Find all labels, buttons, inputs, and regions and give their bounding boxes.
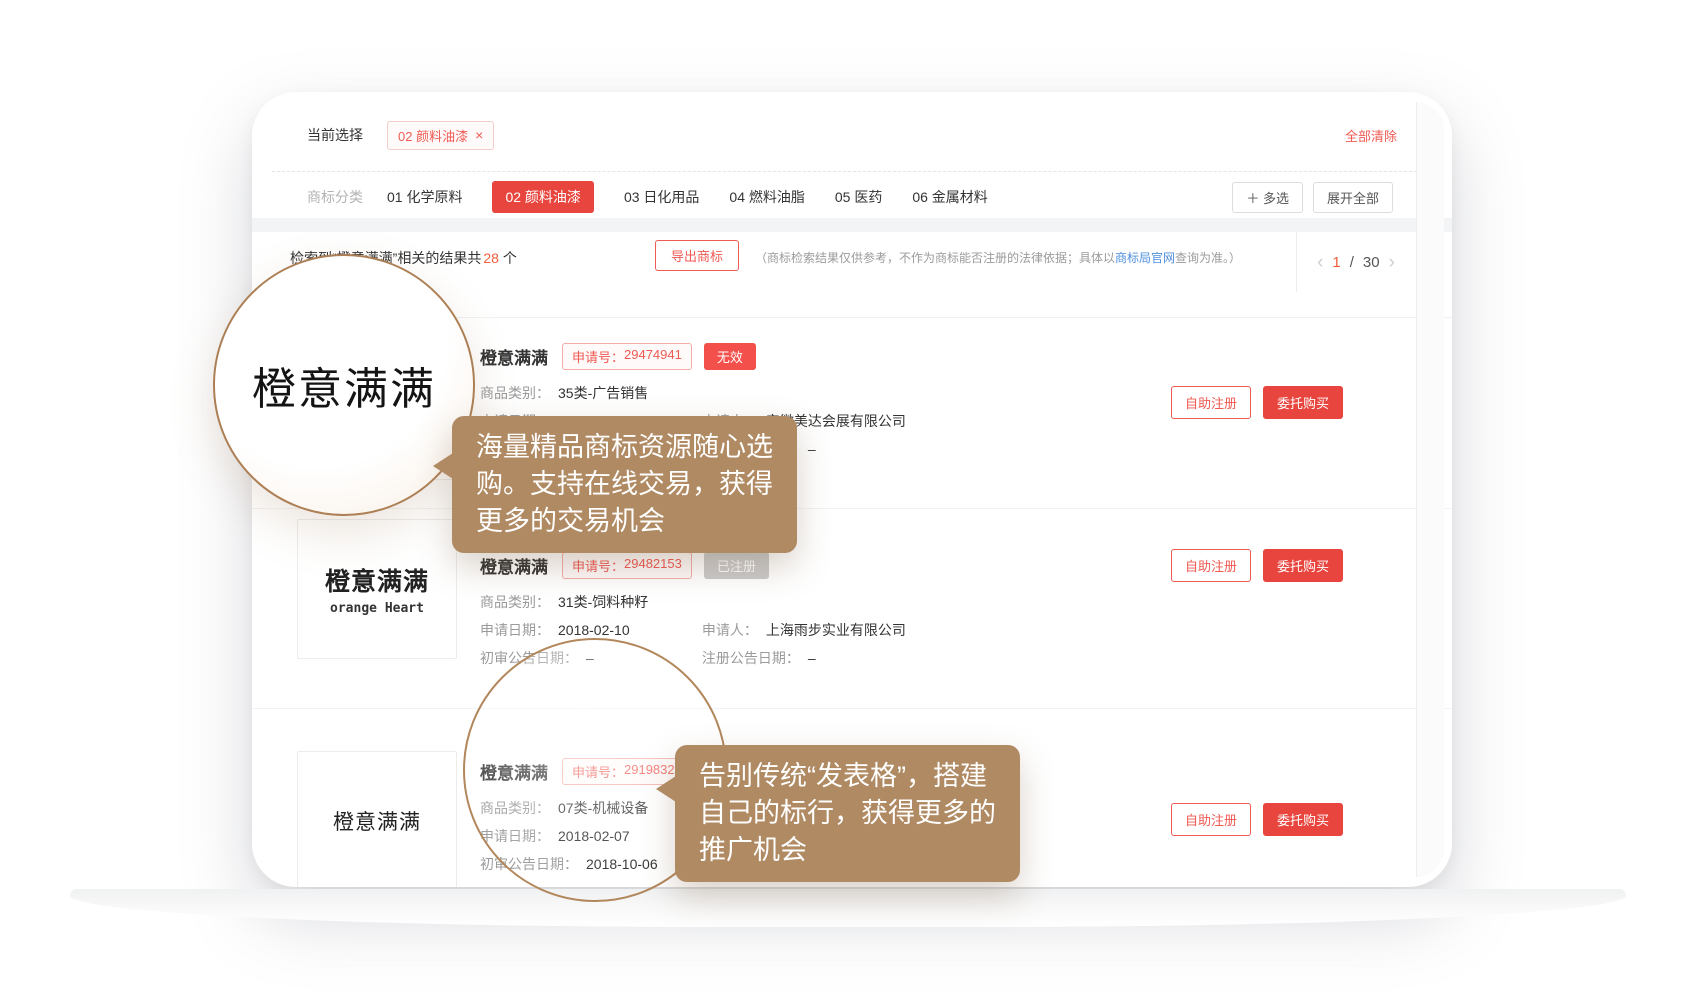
category-actions: ＋ 多选 展开全部 bbox=[1232, 182, 1393, 213]
category-value: 35类-广告销售 bbox=[558, 385, 648, 401]
thumbnail-subtext: orange Heart bbox=[330, 601, 424, 616]
category-tab[interactable]: 05 医药 bbox=[835, 187, 882, 207]
application-number-label: 申请号： bbox=[572, 347, 624, 366]
disclaimer-text: （商标检索结果仅供参考，不作为商标能否注册的法律依据；具体以商标局官网查询为准。… bbox=[755, 249, 1241, 266]
results-count: 28 bbox=[483, 250, 499, 266]
selected-filter-tag[interactable]: 02 颜料油漆 × bbox=[387, 121, 494, 150]
category-tab[interactable]: 06 金属材料 bbox=[912, 187, 987, 207]
row-actions: 自助注册 委托购买 bbox=[1171, 386, 1343, 419]
multi-select-button[interactable]: ＋ 多选 bbox=[1232, 182, 1303, 213]
category-tab[interactable]: 03 日化用品 bbox=[624, 187, 699, 207]
reg-publish-value: – bbox=[808, 441, 816, 457]
category-tabs: 01 化学原料02 颜料油漆03 日化用品04 燃料油脂05 医药06 金属材料 bbox=[387, 187, 988, 207]
applicant-label: 申请人： bbox=[702, 622, 758, 638]
trademark-thumbnail[interactable]: 橙意满满 orange Heart bbox=[297, 519, 457, 659]
apply-date-value: 2018-02-10 bbox=[558, 622, 630, 638]
trademark-title-line: 橙意满满 申请号：29482153 已注册 bbox=[480, 553, 906, 577]
magnified-trademark-text: 橙意满满 bbox=[252, 353, 436, 417]
status-badge: 无效 bbox=[704, 343, 756, 370]
thumbnail-text: 橙意满满 bbox=[333, 806, 421, 836]
total-pages: 30 bbox=[1363, 254, 1380, 271]
applicant-value: 上海雨步实业有限公司 bbox=[766, 622, 906, 638]
close-icon[interactable]: × bbox=[475, 128, 483, 142]
row-actions: 自助注册 委托购买 bbox=[1171, 803, 1343, 836]
category-tab[interactable]: 04 燃料油脂 bbox=[729, 187, 804, 207]
entrust-purchase-button[interactable]: 委托购买 bbox=[1263, 803, 1343, 836]
expand-all-button[interactable]: 展开全部 bbox=[1313, 182, 1393, 213]
reg-publish-value: – bbox=[808, 650, 816, 666]
apply-date-label: 申请日期： bbox=[480, 622, 550, 638]
category-value: 31类-饲料种籽 bbox=[558, 594, 648, 610]
current-selection-label: 当前选择 bbox=[307, 125, 363, 145]
next-page-icon[interactable]: › bbox=[1389, 253, 1395, 272]
trademark-name[interactable]: 橙意满满 bbox=[480, 553, 548, 578]
results-count-unit: 个 bbox=[503, 250, 517, 266]
selected-filter-tag-text: 02 颜料油漆 bbox=[398, 126, 468, 145]
application-number-value: 29482153 bbox=[624, 556, 682, 575]
section-divider bbox=[252, 218, 1452, 232]
category-line: 商品类别： 35类-广告销售 bbox=[480, 384, 906, 403]
table-row: 橙意满满 orange Heart 橙意满满 申请号：29482153 已注册 … bbox=[252, 508, 1452, 708]
reg-publish-label: 注册公告日期： bbox=[702, 650, 800, 666]
clear-all-button[interactable]: 全部清除 bbox=[1345, 126, 1397, 145]
filter-section: 当前选择 02 颜料油漆 × 全部清除 商标分类 01 化学原料02 颜料油漆0… bbox=[252, 92, 1452, 218]
thumbnail-text: 橙意满满 bbox=[325, 562, 429, 598]
row-actions: 自助注册 委托购买 bbox=[1171, 549, 1343, 582]
category-tab[interactable]: 01 化学原料 bbox=[387, 187, 462, 207]
export-trademark-button[interactable]: 导出商标 bbox=[655, 240, 739, 271]
self-register-button[interactable]: 自助注册 bbox=[1171, 803, 1251, 836]
status-badge: 已注册 bbox=[704, 552, 769, 579]
scrollbar-track[interactable] bbox=[1416, 102, 1444, 877]
application-number-value: 29474941 bbox=[624, 347, 682, 366]
self-register-button[interactable]: 自助注册 bbox=[1171, 386, 1251, 419]
category-label: 商品类别： bbox=[480, 385, 550, 401]
current-selection-row: 当前选择 02 颜料油漆 × 全部清除 bbox=[307, 122, 1397, 148]
page-separator: / bbox=[1350, 254, 1354, 271]
entrust-purchase-button[interactable]: 委托购买 bbox=[1263, 549, 1343, 582]
trademark-thumbnail[interactable]: 橙意满满 bbox=[297, 751, 457, 887]
callout-promotion: 告别传统“发表格”，搭建 自己的标行，获得更多的 推广机会 bbox=[675, 745, 1020, 882]
application-number-tag: 申请号：29482153 bbox=[562, 552, 692, 579]
category-tab[interactable]: 02 颜料油漆 bbox=[492, 181, 593, 213]
trademark-office-link[interactable]: 商标局官网 bbox=[1115, 251, 1175, 265]
pagination: ‹ 1 / 30 › bbox=[1296, 232, 1415, 292]
self-register-button[interactable]: 自助注册 bbox=[1171, 549, 1251, 582]
category-label: 商品类别： bbox=[480, 594, 550, 610]
page: 当前选择 02 颜料油漆 × 全部清除 商标分类 01 化学原料02 颜料油漆0… bbox=[0, 0, 1696, 1002]
application-number-tag: 申请号：29474941 bbox=[562, 343, 692, 370]
trademark-name[interactable]: 橙意满满 bbox=[480, 344, 548, 369]
apply-date-line: 申请日期： 2018-02-10 申请人： 上海雨步实业有限公司 bbox=[480, 621, 906, 640]
entrust-purchase-button[interactable]: 委托购买 bbox=[1263, 386, 1343, 419]
category-line: 商品类别： 31类-饲料种籽 bbox=[480, 593, 906, 612]
callout-marketplace: 海量精品商标资源随心选 购。支持在线交易，获得 更多的交易机会 bbox=[452, 416, 797, 553]
mockup-base bbox=[70, 889, 1626, 927]
prev-page-icon[interactable]: ‹ bbox=[1317, 253, 1323, 272]
trademark-title-line: 橙意满满 申请号：29474941 无效 bbox=[480, 344, 906, 368]
application-number-label: 申请号： bbox=[572, 556, 624, 575]
current-page: 1 bbox=[1332, 254, 1340, 271]
category-filter-row: 商标分类 01 化学原料 02 颜料油漆 03 日化用品 04 燃料油脂 05 医药 06… bbox=[307, 184, 1393, 210]
category-filter-label: 商标分类 bbox=[307, 187, 363, 207]
